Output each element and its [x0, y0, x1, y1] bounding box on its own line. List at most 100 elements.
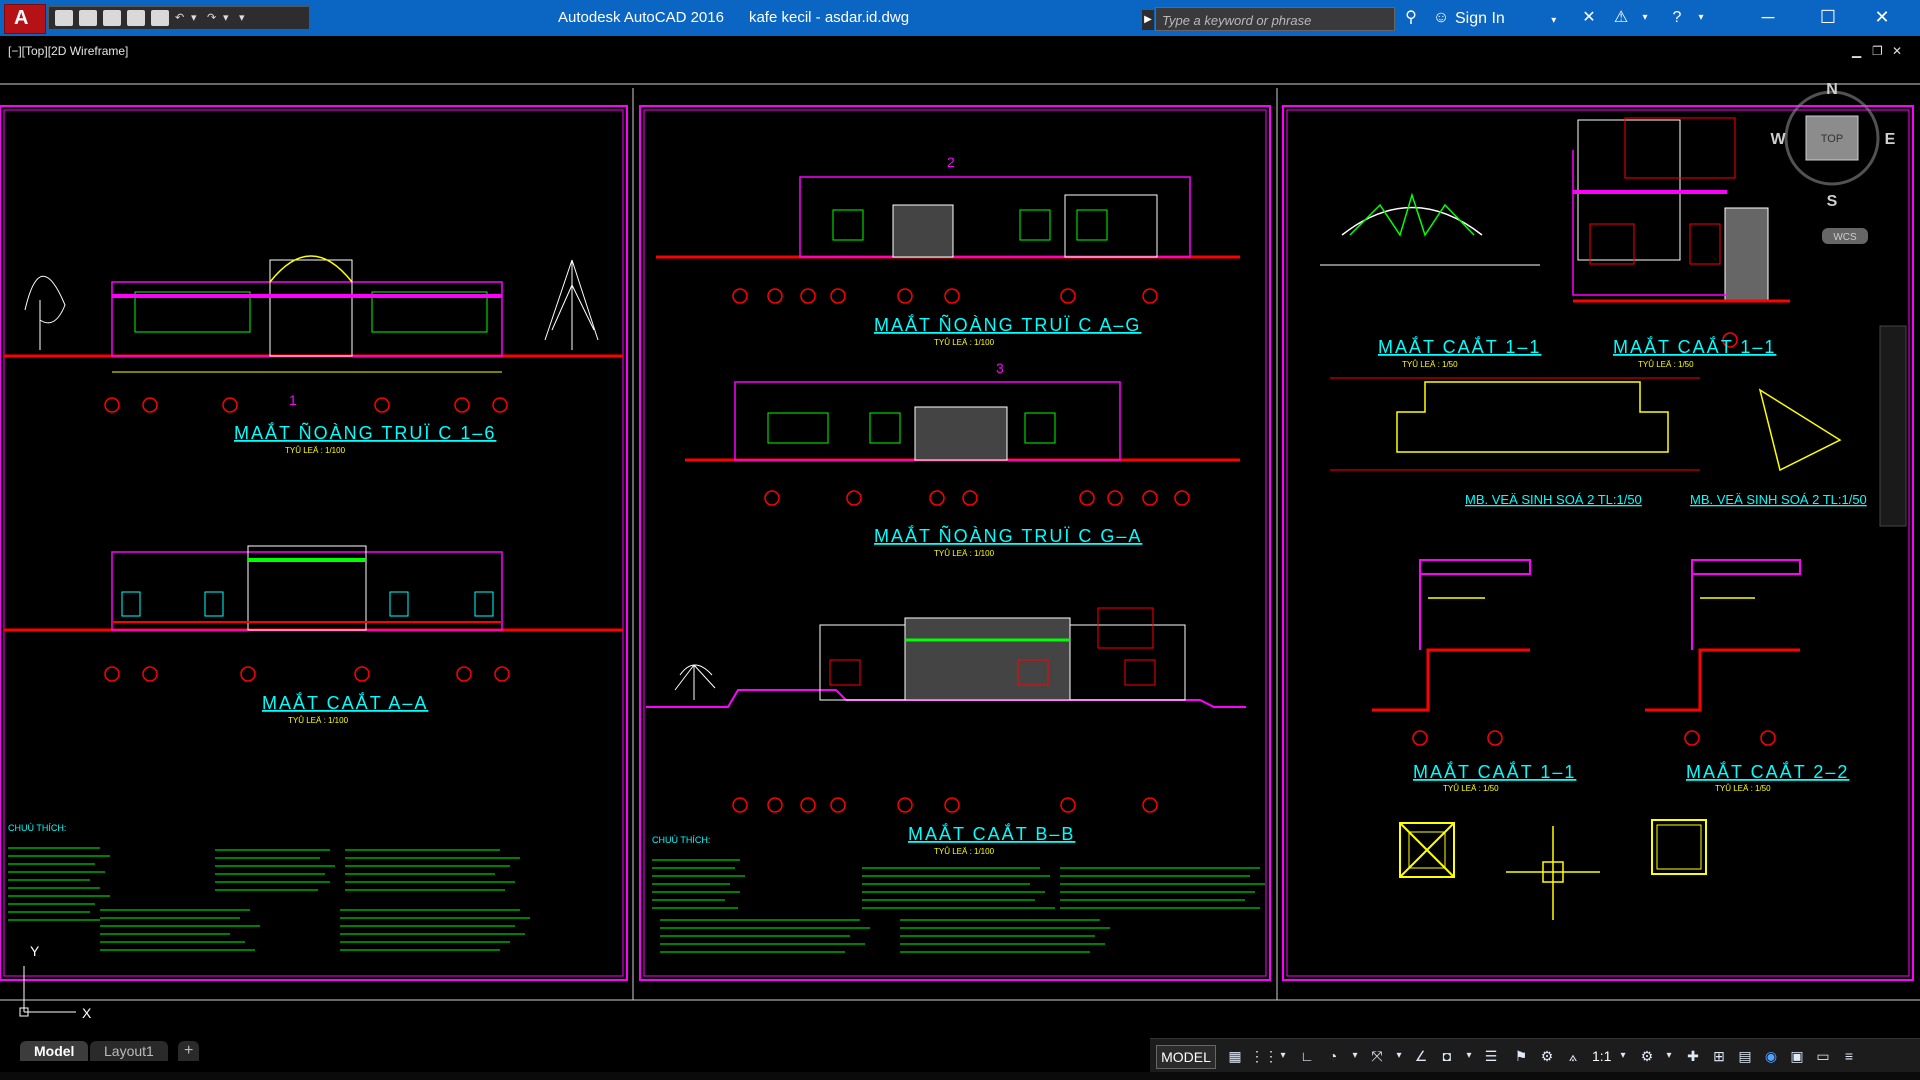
- snap-icon[interactable]: ⋮⋮: [1250, 1045, 1278, 1067]
- search-input[interactable]: [1160, 10, 1392, 30]
- application-menu-button[interactable]: A: [4, 4, 46, 34]
- customization-icon[interactable]: ≡: [1838, 1045, 1860, 1067]
- drawing-scale-11: TYÛ LEÄ : 1/50: [1715, 784, 1771, 793]
- object-snap-icon[interactable]: ◘: [1436, 1045, 1458, 1067]
- grid-mark-2: 2: [947, 154, 955, 170]
- polar-icon[interactable]: ◔: [1322, 1045, 1344, 1067]
- drawing-canvas[interactable]: MAẮT ÑOÀNG TRUÏ C 1–6 TYÛ LEÄ : 1/100 M…: [0, 60, 1920, 1038]
- tab-layout1[interactable]: Layout1: [90, 1041, 168, 1061]
- viewcube-west[interactable]: W: [1770, 131, 1786, 148]
- sheet-2: MAẮT ÑOÀNG TRUÏ C A–G TYÛ LEÄ : 1/100 M…: [639, 105, 1271, 981]
- ucs-y-label: Y: [30, 943, 40, 959]
- tab-model[interactable]: Model: [20, 1041, 89, 1061]
- search-box: ▶: [1142, 7, 1395, 31]
- save-as-icon[interactable]: [127, 10, 145, 26]
- viewcube-top-face[interactable]: TOP: [1821, 133, 1843, 145]
- grid-mark-1: 1: [289, 392, 297, 408]
- binoculars-icon[interactable]: ⚲: [1400, 8, 1422, 28]
- help-icon[interactable]: ?: [1666, 8, 1688, 28]
- customize-qat-icon[interactable]: ▾: [239, 10, 249, 26]
- hardware-acceleration-icon[interactable]: ▣: [1786, 1045, 1808, 1067]
- polar-dropdown-icon[interactable]: ▾: [1348, 1045, 1362, 1067]
- clean-screen-icon[interactable]: ▭: [1812, 1045, 1834, 1067]
- viewcube[interactable]: N S E W TOP WCS: [1768, 78, 1900, 258]
- ucs-menu-button[interactable]: WCS: [1833, 232, 1857, 243]
- status-bar: MODEL ▦ ⋮⋮ ▾ ∟ ◔ ▾ ⤧ ▾ ∠ ◘ ▾ ☰ ⚑ ⚙ ⟑ 1:1…: [1150, 1038, 1920, 1073]
- layout-tabs: Model Layout1 +: [0, 1038, 1150, 1062]
- snap-dropdown-icon[interactable]: ▾: [1276, 1045, 1290, 1067]
- undo-icon[interactable]: ↶: [175, 10, 185, 26]
- maximize-button[interactable]: ☐: [1808, 4, 1848, 30]
- autodesk-360-icon[interactable]: ⚠: [1610, 8, 1632, 28]
- window-title: Autodesk AutoCAD 2016 kafe kecil - asdar…: [558, 9, 909, 26]
- workspace-dropdown-icon[interactable]: ▾: [1662, 1045, 1676, 1067]
- lineweight-icon[interactable]: ☰: [1480, 1045, 1502, 1067]
- object-snap-dropdown-icon[interactable]: ▾: [1462, 1045, 1476, 1067]
- notes-heading-1: CHUÙ THÍCH:: [8, 823, 66, 833]
- navigation-bar[interactable]: [1879, 325, 1907, 527]
- viewcube-south[interactable]: S: [1827, 193, 1838, 210]
- drawing-scale-10: TYÛ LEÄ : 1/50: [1443, 784, 1499, 793]
- add-layout-button[interactable]: +: [178, 1041, 200, 1061]
- drawing-title-1: MAẮT ÑOÀNG TRUÏ C 1–6: [234, 422, 496, 443]
- sign-in-label: Sign In: [1455, 10, 1505, 27]
- plot-icon[interactable]: [151, 10, 169, 26]
- a360-dropdown-icon[interactable]: ▾: [1634, 8, 1656, 28]
- workspace-switching-icon[interactable]: ⚙: [1636, 1045, 1658, 1067]
- grid-icon[interactable]: ▦: [1224, 1045, 1246, 1067]
- open-icon[interactable]: [79, 10, 97, 26]
- app-name: Autodesk AutoCAD 2016: [558, 9, 724, 26]
- drawing-scale-4: TYÛ LEÄ : 1/100: [934, 549, 995, 558]
- viewport-controls[interactable]: [−][Top][2D Wireframe]: [8, 44, 128, 58]
- viewport-minimize-icon[interactable]: ▁: [1852, 44, 1861, 58]
- title-bar: A ↶ ▾ ↷ ▾ ▾ Autodesk AutoCAD 2016 kafe k…: [0, 0, 1920, 36]
- quick-access-toolbar: ↶ ▾ ↷ ▾ ▾: [48, 6, 310, 30]
- file-name: kafe kecil - asdar.id.dwg: [748, 9, 910, 26]
- taskbar-strip: [0, 1072, 1920, 1080]
- help-dropdown-icon[interactable]: ▾: [1690, 8, 1712, 28]
- autocad-logo: A: [14, 7, 29, 29]
- drawing-title-2: MAẮT CAẮT A–A: [262, 692, 428, 713]
- isodraft-dropdown-icon[interactable]: ▾: [1392, 1045, 1406, 1067]
- auto-scale-icon[interactable]: ⚙: [1536, 1045, 1558, 1067]
- units-icon[interactable]: ⊞: [1708, 1045, 1730, 1067]
- drawing-title-11: MAẮT CAẮT 2–2: [1686, 761, 1849, 782]
- annotation-scale-icon[interactable]: ⟑: [1562, 1045, 1584, 1067]
- cad-drawing: MAẮT ÑOÀNG TRUÏ C 1–6 TYÛ LEÄ : 1/100 M…: [0, 83, 1920, 1021]
- close-button[interactable]: ✕: [1862, 4, 1902, 30]
- redo-dropdown-icon[interactable]: ▾: [223, 10, 233, 26]
- search-expand-icon[interactable]: ▶: [1142, 10, 1154, 30]
- isolate-objects-icon[interactable]: ◉: [1760, 1045, 1782, 1067]
- model-space-button[interactable]: MODEL: [1156, 1045, 1216, 1069]
- viewcube-east[interactable]: E: [1885, 131, 1896, 148]
- drawing-scale-7: TYÛ LEÄ : 1/50: [1638, 360, 1694, 369]
- isodraft-icon[interactable]: ⤧: [1366, 1045, 1388, 1067]
- new-icon[interactable]: [55, 10, 73, 26]
- sign-in-dropdown-icon: ▾: [1551, 15, 1557, 26]
- viewport-close-icon[interactable]: ✕: [1892, 44, 1902, 58]
- drawing-title-6: MAẮT CAẮT 1–1: [1378, 336, 1541, 357]
- annotation-scale-value[interactable]: 1:1: [1592, 1045, 1611, 1067]
- drawing-title-3: MAẮT ÑOÀNG TRUÏ C A–G: [874, 314, 1141, 335]
- user-icon[interactable]: ☺: [1430, 8, 1452, 28]
- annotation-monitor-icon[interactable]: ✚: [1682, 1045, 1704, 1067]
- drawing-scale-5: TYÛ LEÄ : 1/100: [934, 847, 995, 856]
- undo-dropdown-icon[interactable]: ▾: [191, 10, 201, 26]
- notes-heading-2: CHUÙ THÍCH:: [652, 835, 710, 845]
- minimize-button[interactable]: ─: [1748, 4, 1788, 30]
- annotation-visibility-icon[interactable]: ⚑: [1510, 1045, 1532, 1067]
- object-snap-tracking-icon[interactable]: ∠: [1410, 1045, 1432, 1067]
- drawing-scale-1: TYÛ LEÄ : 1/100: [285, 446, 346, 455]
- viewcube-north[interactable]: N: [1826, 81, 1838, 98]
- sheet-1: MAẮT ÑOÀNG TRUÏ C 1–6 TYÛ LEÄ : 1/100 M…: [0, 105, 628, 981]
- sign-in-button[interactable]: Sign In ▾: [1455, 10, 1556, 28]
- ortho-icon[interactable]: ∟: [1296, 1045, 1318, 1067]
- drawing-title-5: MAẮT CAẮT B–B: [908, 823, 1075, 844]
- drawing-title-7: MAẮT CAẮT 1–1: [1613, 336, 1776, 357]
- quick-properties-icon[interactable]: ▤: [1734, 1045, 1756, 1067]
- exchange-icon[interactable]: ✕: [1578, 8, 1600, 28]
- redo-icon[interactable]: ↷: [207, 10, 217, 26]
- save-icon[interactable]: [103, 10, 121, 26]
- viewport-restore-icon[interactable]: ❐: [1872, 44, 1883, 58]
- annotation-scale-dropdown-icon[interactable]: ▾: [1616, 1045, 1630, 1067]
